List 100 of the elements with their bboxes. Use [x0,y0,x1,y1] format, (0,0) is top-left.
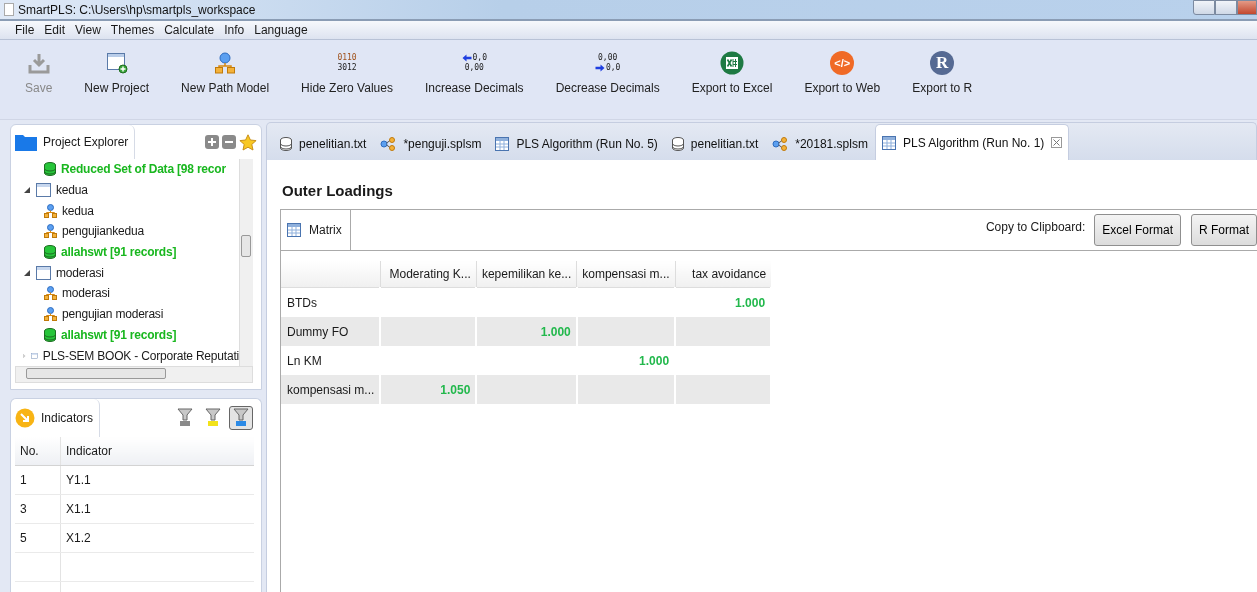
column-header[interactable]: kepemilikan ke... [476,261,577,288]
path-model-icon [214,52,237,74]
arrow-icon [594,64,605,72]
path-model-icon [44,224,57,239]
table-cell: 3 [15,494,61,524]
clipboard-label: Copy to Clipboard: [985,220,1086,234]
menu-item[interactable]: Language [249,23,313,37]
toolbar-button[interactable]: </> Export to Web [802,50,883,119]
table-cell: 5 [15,523,61,553]
toolbar-button[interactable]: 0,00 0,0 Decrease Decimals [553,50,662,119]
r-logo-icon: R [930,51,955,75]
expanded-arrow-icon[interactable] [23,186,31,195]
window-icon [36,183,51,198]
vertical-scrollbar[interactable] [239,159,253,366]
arrow-icon [461,54,472,62]
filter-icon[interactable] [205,407,221,428]
copy-button[interactable]: R Format [1191,214,1257,246]
column-header[interactable]: Moderating K... [380,261,477,288]
download-icon [27,52,50,74]
tree-item[interactable]: kedua [62,203,94,218]
expanded-arrow-icon[interactable] [23,268,31,277]
close-button[interactable] [1237,0,1257,15]
editor-tab[interactable]: penelitian.txt [273,126,374,160]
editor-tab[interactable]: PLS Algorithm (Run No. 5) [488,126,665,160]
digits-text: 0,00 [598,53,618,63]
filter-icon[interactable] [177,407,193,428]
toolbar-button[interactable]: R Export to R [910,50,975,119]
menu-item[interactable]: View [70,23,106,37]
table-cell: Y1.1 [60,465,254,495]
table-cell: 1.050 [380,375,477,404]
editor-tab[interactable]: PLS Algorithm (Run No. 1) [874,124,1070,160]
star-icon[interactable] [239,133,257,151]
filter-icon[interactable] [233,407,249,428]
menu-item[interactable]: Themes [105,23,160,37]
minimize-button[interactable] [1193,0,1215,15]
horizontal-scrollbar[interactable] [15,365,253,383]
digits-text: 0,0 [472,53,487,63]
toolbar-button[interactable]: 0110 3012 Hide Zero Values [299,50,395,119]
tree-item[interactable]: moderasi [62,286,110,301]
scrollbar-thumb[interactable] [241,235,251,257]
folder-icon [15,133,37,151]
table-cell: 1 [15,465,61,495]
menu-item[interactable]: File [10,23,40,37]
editor-tab[interactable]: *20181.splsm [765,126,875,160]
column-header[interactable]: tax avoidance [675,261,772,288]
indicators-tab[interactable]: Indicators [11,398,101,437]
toolbar-button[interactable]: New Project [82,50,152,119]
column-header[interactable]: Indicator [60,436,254,466]
explorer-tab[interactable]: Project Explorer [11,125,136,159]
new-window-icon [105,52,128,74]
tree-item[interactable]: pengujiankedua [62,224,144,239]
database-icon [280,136,292,151]
database-icon [671,136,684,151]
close-icon[interactable] [1051,137,1063,148]
menu-item[interactable]: Info [219,23,250,37]
toolbar-button[interactable]: Export to Excel [689,50,775,119]
table-cell: X1.2 [60,523,254,553]
path-model-icon [44,307,57,322]
document-icon [4,3,14,16]
path-model-icon [44,203,57,218]
node-graph-icon [380,136,397,151]
tree-item[interactable]: pengujian moderasi [62,307,164,322]
database-icon [44,327,56,342]
spreadsheet-logo-icon [720,51,744,75]
tree-item[interactable]: moderasi [56,265,104,280]
expand-all-icon[interactable] [205,135,219,149]
row-header: kompensasi m... [281,375,381,404]
path-model-icon [44,286,57,301]
section-title: Outer Loadings [282,181,394,199]
database-icon [44,245,56,260]
row-header: Dummy FO [281,317,381,346]
table-cell: X1.1 [60,494,254,524]
toolbar-button[interactable]: New Path Model [179,50,272,119]
node-graph-icon [772,136,789,151]
digits-text: 0,0 [605,63,621,73]
digits-text: 0110 [337,53,357,63]
copy-button[interactable]: Excel Format [1094,214,1181,246]
menu-item[interactable]: Edit [39,23,71,37]
arrow-circle-icon [15,407,35,428]
tree-item[interactable]: PLS-SEM BOOK - Corporate Reputati [42,348,239,363]
table-icon [287,223,301,237]
digits-text: 3012 [337,63,357,73]
window-title: SmartPLS: C:\Users\hp\smartpls_workspace [18,2,256,17]
editor-tab[interactable]: *penguji.splsm [373,126,489,160]
collapse-all-icon[interactable] [222,135,236,149]
menu-item[interactable]: Calculate [159,23,220,37]
toolbar-button[interactable]: 0,0 0,00 Increase Decimals [422,50,526,119]
window-icon [36,265,51,280]
column-header[interactable]: kompensasi m... [576,261,676,288]
column-header[interactable]: No. [15,436,61,466]
code-logo-icon: </> [830,51,855,75]
maximize-button[interactable] [1215,0,1237,15]
editor-tab[interactable]: penelitian.txt [664,126,766,160]
scrollbar-thumb[interactable] [26,367,166,379]
tree-item[interactable]: kedua [56,183,88,198]
table-cell: 1.000 [476,317,577,346]
database-icon [44,162,56,177]
digits-text: 0,00 [464,63,484,73]
table-icon [495,136,510,151]
table-icon [881,135,896,150]
